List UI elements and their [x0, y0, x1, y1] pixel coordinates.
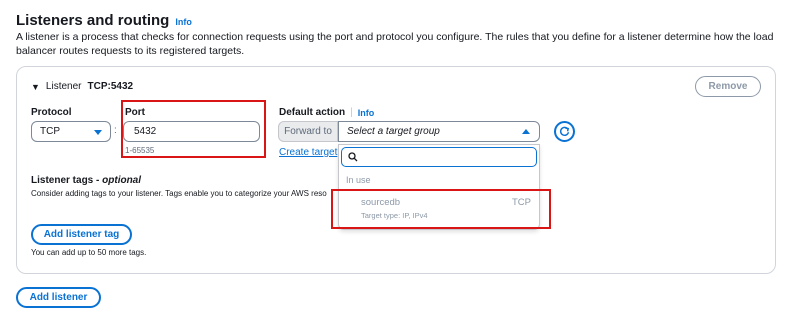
remove-button[interactable]: Remove	[695, 76, 761, 97]
tags-title-text: Listener tags	[31, 175, 94, 186]
default-action-info-link[interactable]: Info	[358, 108, 375, 118]
add-listener-button[interactable]: Add listener	[16, 287, 101, 308]
tags-optional: optional	[102, 175, 142, 186]
refresh-icon	[559, 126, 570, 137]
refresh-button[interactable]	[554, 121, 575, 142]
tags-limit-text: You can add up to 50 more tags.	[31, 248, 147, 257]
dropdown-search-input[interactable]	[341, 147, 537, 167]
section-title-text: Listeners and routing	[16, 12, 170, 29]
target-group-placeholder: Select a target group	[347, 126, 440, 137]
option-highlight-box	[331, 189, 551, 229]
listener-header[interactable]: ▼ Listener TCP:5432	[31, 81, 133, 92]
forward-to-label: Forward to	[278, 121, 338, 142]
add-listener-tag-button[interactable]: Add listener tag	[31, 224, 132, 245]
label-divider: |	[350, 107, 353, 118]
target-group-select[interactable]: Select a target group	[338, 121, 540, 142]
listener-name: TCP:5432	[87, 81, 134, 92]
port-hint: 1-65535	[125, 146, 155, 155]
port-input[interactable]: 5432	[123, 121, 260, 142]
protocol-value: TCP	[40, 126, 60, 137]
listener-panel: ▼ Listener TCP:5432 Remove Protocol TCP …	[16, 66, 776, 274]
port-label: Port	[125, 107, 145, 118]
listener-tags-title: Listener tags - optional	[31, 175, 142, 186]
caret-down-icon	[94, 130, 102, 135]
info-link[interactable]: Info	[175, 17, 192, 27]
caret-up-icon	[522, 129, 530, 134]
separator-colon: :	[114, 125, 117, 136]
search-icon	[348, 152, 358, 162]
section-title: Listeners and routing Info	[16, 12, 192, 29]
tags-description: Consider adding tags to your listener. T…	[31, 189, 327, 198]
section-description: A listener is a process that checks for …	[16, 31, 774, 57]
default-action-label: Default action | Info	[279, 107, 374, 118]
default-action-label-text: Default action	[279, 107, 346, 118]
create-target-link[interactable]: Create target	[279, 147, 337, 158]
dropdown-group-label: In use	[346, 175, 371, 185]
protocol-select[interactable]: TCP	[31, 121, 111, 142]
caret-down-icon[interactable]: ▼	[31, 82, 40, 92]
listener-prefix: Listener	[45, 81, 82, 92]
protocol-label: Protocol	[31, 107, 72, 118]
